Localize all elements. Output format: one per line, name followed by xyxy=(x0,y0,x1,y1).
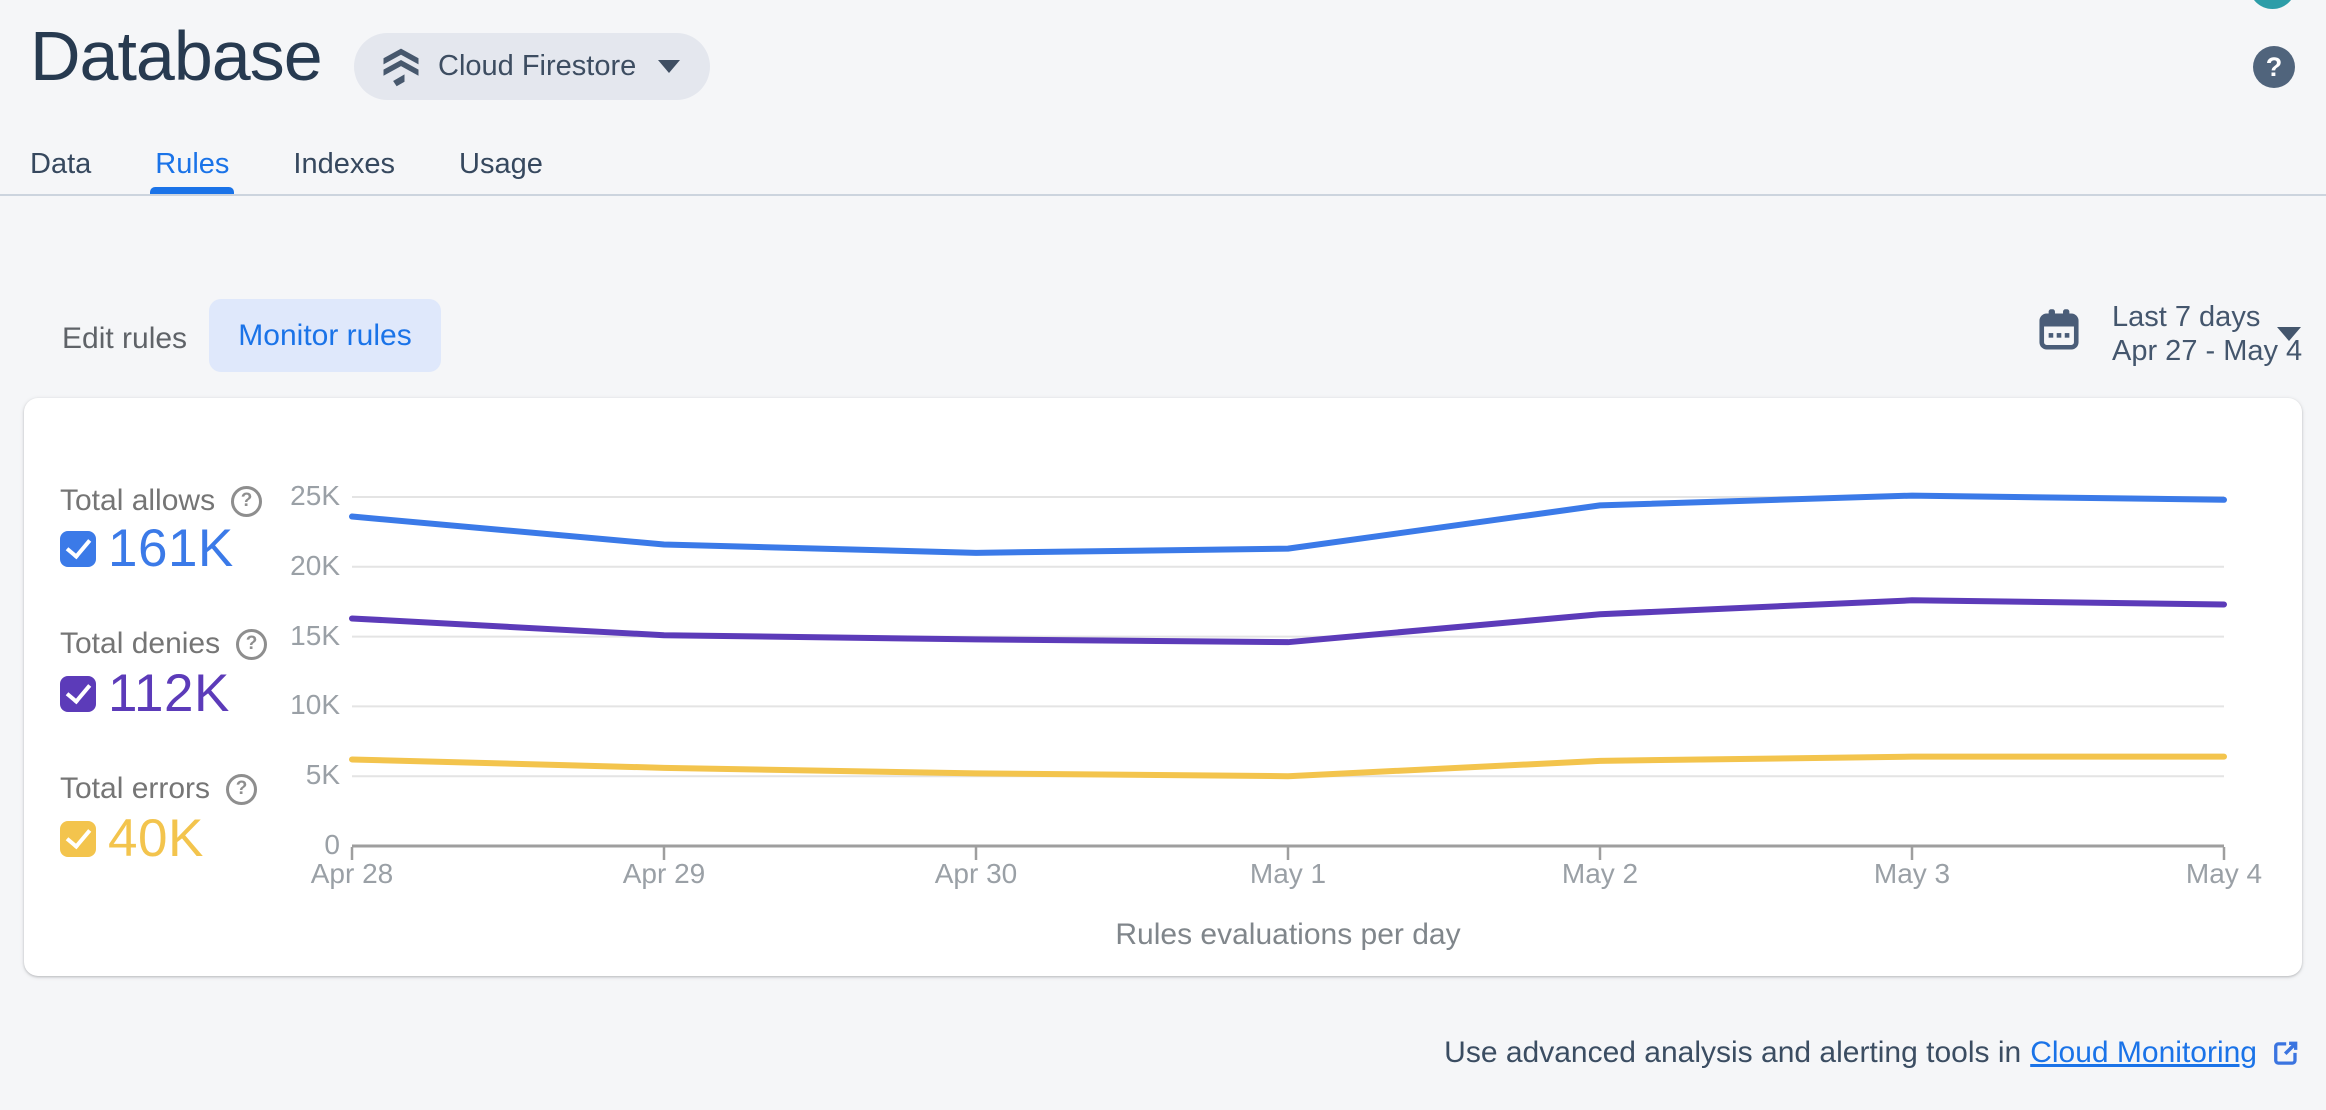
footer-text: Use advanced analysis and alerting tools… xyxy=(1444,1036,2022,1069)
tab-usage[interactable]: Usage xyxy=(459,148,543,181)
y-axis-label: 15K xyxy=(290,619,340,651)
y-axis-label: 25K xyxy=(290,480,340,511)
y-axis-label: 5K xyxy=(305,759,340,791)
tab-data[interactable]: Data xyxy=(30,148,91,181)
legend-label: Total denies xyxy=(60,627,221,660)
x-axis-label: May 2 xyxy=(1561,858,1639,889)
x-axis-label: Apr 28 xyxy=(310,858,394,889)
legend-label: Total allows xyxy=(60,484,216,517)
edit-rules-toggle[interactable]: Edit rules xyxy=(62,322,187,356)
legend-checkbox-errors[interactable] xyxy=(60,821,96,857)
chevron-down-icon xyxy=(658,60,681,73)
tab-rules[interactable]: Rules xyxy=(155,148,229,181)
chart-caption: Rules evaluations per day xyxy=(1115,918,1461,951)
x-axis-label: Apr 29 xyxy=(622,858,706,889)
x-axis-label: Apr 30 xyxy=(934,858,1018,889)
external-link-icon xyxy=(2257,1037,2302,1070)
legend-total-errors: Total errors xyxy=(60,772,258,806)
divider xyxy=(0,194,2326,196)
firestore-icon xyxy=(380,46,422,88)
tab-bar: Data Rules Indexes Usage xyxy=(30,148,543,181)
x-axis-label: May 4 xyxy=(2185,858,2263,889)
y-axis-label: 20K xyxy=(290,549,340,581)
legend-value-allows: 161K xyxy=(108,519,234,578)
monitor-rules-toggle[interactable]: Monitor rules xyxy=(209,299,441,372)
legend-checkbox-denies[interactable] xyxy=(60,676,96,712)
y-axis-label: 0 xyxy=(324,829,340,860)
product-selector-label: Cloud Firestore xyxy=(438,50,637,82)
x-axis-label: May 1 xyxy=(1249,858,1327,889)
date-range-label: Last 7 days Apr 27 - May 4 xyxy=(2112,300,2302,368)
date-range-secondary: Apr 27 - May 4 xyxy=(2112,335,2303,367)
tab-indexes[interactable]: Indexes xyxy=(293,148,395,181)
legend-value-denies: 112K xyxy=(108,664,230,723)
cloud-monitoring-link[interactable]: Cloud Monitoring xyxy=(2030,1036,2257,1070)
date-range-selector[interactable]: Last 7 days Apr 27 - May 4 xyxy=(2030,296,2306,376)
page-title: Database xyxy=(30,17,323,95)
product-selector[interactable]: Cloud Firestore xyxy=(354,33,711,100)
chevron-down-icon xyxy=(2277,327,2301,341)
date-range-primary: Last 7 days xyxy=(2112,301,2261,333)
user-avatar[interactable] xyxy=(2249,0,2296,9)
footer-note: Use advanced analysis and alerting tools… xyxy=(1444,1036,2302,1070)
legend-label: Total errors xyxy=(60,772,211,805)
legend-checkbox-allows[interactable] xyxy=(60,531,96,567)
x-axis-label: May 3 xyxy=(1873,858,1951,889)
help-button[interactable] xyxy=(2253,46,2295,88)
legend-value-errors: 40K xyxy=(108,809,204,868)
y-axis-label: 10K xyxy=(290,689,340,721)
